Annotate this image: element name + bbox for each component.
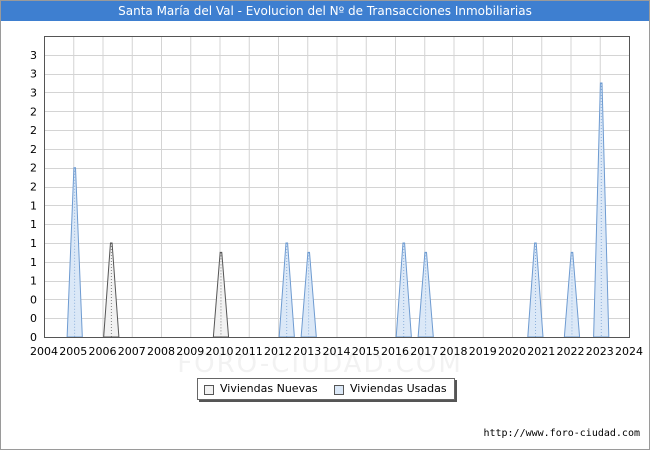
y-tick-label: 2 — [30, 181, 37, 194]
x-tick-label: 2006 — [89, 345, 117, 358]
y-tick-label: 3 — [30, 49, 37, 62]
x-tick-label: 2013 — [293, 345, 321, 358]
y-tick-label: 2 — [30, 124, 37, 137]
x-tick-label: 2019 — [469, 345, 497, 358]
x-tick-label: 2020 — [498, 345, 526, 358]
x-tick-label: 2012 — [264, 345, 292, 358]
x-tick-label: 2017 — [410, 345, 438, 358]
legend-swatch-usadas — [334, 385, 344, 395]
source-link[interactable]: http://www.foro-ciudad.com — [483, 428, 640, 439]
legend-label-usadas: Viviendas Usadas — [350, 382, 447, 395]
x-tick-label: 2014 — [323, 345, 351, 358]
x-tick-label: 2004 — [30, 345, 58, 358]
x-tick-label: 2010 — [206, 345, 234, 358]
x-tick-label: 2018 — [440, 345, 468, 358]
y-tick-label: 1 — [30, 199, 37, 212]
legend-label-nuevas: Viviendas Nuevas — [220, 382, 318, 395]
legend-swatch-nuevas — [204, 385, 214, 395]
y-tick-label: 0 — [30, 312, 37, 325]
y-tick-label: 3 — [30, 68, 37, 81]
y-tick-label: 0 — [30, 331, 37, 344]
x-tick-label: 2023 — [586, 345, 614, 358]
x-tick-label: 2008 — [147, 345, 175, 358]
chart-legend: Viviendas Nuevas Viviendas Usadas — [197, 378, 455, 400]
y-tick-label: 1 — [30, 256, 37, 269]
y-tick-label: 0 — [30, 293, 37, 306]
x-tick-label: 2005 — [59, 345, 87, 358]
y-tick-label: 1 — [30, 275, 37, 288]
y-tick-label: 2 — [30, 105, 37, 118]
y-tick-label: 1 — [30, 218, 37, 231]
x-tick-label: 2022 — [557, 345, 585, 358]
x-tick-label: 2015 — [352, 345, 380, 358]
x-tick-label: 2021 — [527, 345, 555, 358]
x-tick-label: 2009 — [176, 345, 204, 358]
x-tick-label: 2007 — [118, 345, 146, 358]
y-tick-label: 1 — [30, 237, 37, 250]
y-tick-label: 2 — [30, 143, 37, 156]
y-tick-label: 2 — [30, 162, 37, 175]
x-tick-label: 2024 — [615, 345, 643, 358]
x-tick-label: 2011 — [235, 345, 263, 358]
x-tick-label: 2016 — [381, 345, 409, 358]
y-tick-label: 3 — [30, 86, 37, 99]
